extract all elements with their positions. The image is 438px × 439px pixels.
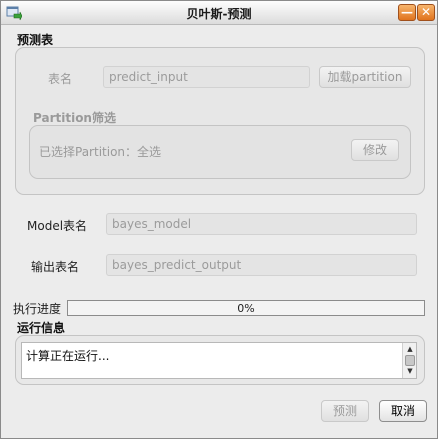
scroll-thumb[interactable] xyxy=(405,355,415,366)
progress-bar: 0% xyxy=(67,300,425,316)
close-button[interactable]: ✕ xyxy=(417,4,435,21)
run-info-message: 计算正在运行... xyxy=(26,349,110,363)
output-table-input[interactable]: bayes_predict_output xyxy=(106,254,417,276)
title-bar[interactable]: 贝叶斯-预测 — ✕ xyxy=(1,1,437,25)
progress-label: 执行进度 xyxy=(13,302,62,316)
output-table-label: 输出表名 xyxy=(31,260,80,274)
model-table-input[interactable]: bayes_model xyxy=(106,213,417,235)
window-title: 贝叶斯-预测 xyxy=(186,7,252,21)
modify-partition-button[interactable]: 修改 xyxy=(351,139,399,161)
predict-table-input[interactable]: predict_input xyxy=(103,66,310,88)
predict-table-group: 表名 predict_input 加载partition Partition筛选… xyxy=(15,47,425,195)
load-partition-button[interactable]: 加载partition xyxy=(319,66,411,88)
bayes-predict-dialog: 贝叶斯-预测 — ✕ 预测表 表名 predict_input 加载partit… xyxy=(0,0,438,439)
close-icon: ✕ xyxy=(420,5,432,19)
model-table-label: Model表名 xyxy=(27,219,88,233)
run-info-section-title: 运行信息 xyxy=(17,321,66,335)
predict-button[interactable]: 预测 xyxy=(321,400,369,422)
scroll-down-icon[interactable]: ▼ xyxy=(405,367,415,376)
partition-filter-group: 已选择Partition：全选 修改 xyxy=(29,125,411,179)
partition-selected-text: 已选择Partition：全选 xyxy=(39,145,162,159)
minimize-icon: — xyxy=(401,5,413,19)
minimize-button[interactable]: — xyxy=(398,4,416,21)
table-name-label: 表名 xyxy=(48,72,73,86)
predict-table-section-title: 预测表 xyxy=(17,33,54,47)
run-info-scrollbar[interactable]: ▲ ▼ xyxy=(402,343,416,378)
run-info-textarea[interactable]: 计算正在运行... ▲ ▼ xyxy=(21,342,417,379)
scroll-up-icon[interactable]: ▲ xyxy=(405,345,415,354)
partition-filter-title: Partition筛选 xyxy=(33,111,116,125)
cancel-button[interactable]: 取消 xyxy=(379,400,427,422)
progress-percent: 0% xyxy=(237,302,255,315)
